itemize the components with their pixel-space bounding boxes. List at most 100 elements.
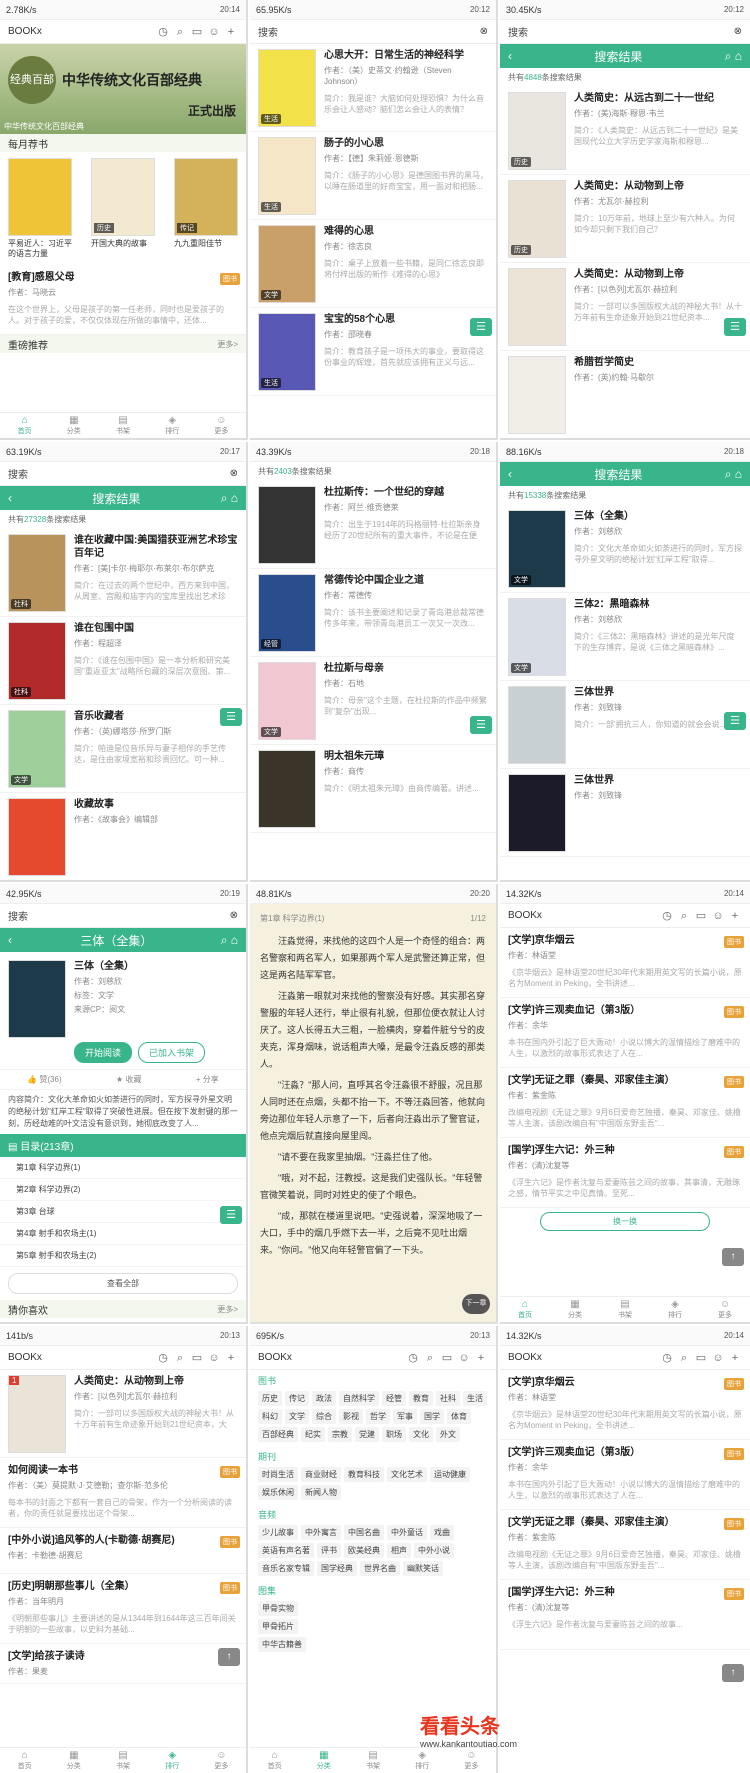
list-toggle-button[interactable]: ☰ (724, 318, 746, 336)
search-icon[interactable]: ⌕ ⌂ (725, 49, 742, 64)
category-tag[interactable]: 百部经典 (258, 1427, 298, 1442)
category-tag[interactable]: 生活 (463, 1391, 487, 1406)
article-item[interactable]: 图书 [历史]明朝那些事儿（全集） 作者：当年明月 《明朝那些事儿》主要讲述的是从13… (0, 1574, 246, 1644)
category-tag[interactable]: 娱乐休闲 (258, 1485, 298, 1500)
book-item[interactable]: 文学 难得的心思 作者：徐志良 简介：桌子上放着一些书籍，是同仁徐志良即将付梓出版的新… (250, 220, 496, 308)
search-icon[interactable]: ⌕ ⌂ (221, 491, 238, 506)
category-tag[interactable]: 体育 (447, 1409, 471, 1424)
list-toggle-button[interactable]: ☰ (470, 318, 492, 336)
book-item[interactable]: 杜拉斯传：一个世纪的穿越 作者：阿兰·维贡德莱 简介：出生于1914年的玛格丽特·杜… (250, 481, 496, 569)
close-icon[interactable]: ⊗ (480, 26, 488, 37)
back-to-top-button[interactable]: ↑ (218, 1648, 240, 1666)
like-button[interactable]: 👍 赞(36) (27, 1074, 61, 1085)
book-item[interactable]: 社科 谁在收藏中国:美国猎获亚洲艺术珍宝百年记 作者：[美]卡尔·梅耶尔·布莱尔·布… (0, 529, 246, 617)
user-icon[interactable]: ☺ (207, 26, 221, 38)
collect-button[interactable]: ★ 收藏 (116, 1074, 141, 1085)
book-item[interactable]: 生活 肠子的小心思 作者：【德】朱莉娅·恩德斯 简介：《肠子的小心思》是德国图书界的黑… (250, 132, 496, 220)
history-icon[interactable]: ◷ (660, 909, 674, 922)
book-item[interactable]: 社科 谁在包围中国 作者：程超泽 简介：《谁在包围中国》是一本分析和研究美国"重返亚太… (0, 617, 246, 705)
category-tag[interactable]: 文化艺术 (387, 1467, 427, 1482)
nav-home[interactable]: ⌂ 首页 (0, 1748, 49, 1773)
add-icon[interactable]: + (224, 1352, 238, 1364)
book-icon[interactable]: ▭ (694, 1351, 708, 1364)
category-tag[interactable]: 戏曲 (430, 1525, 454, 1540)
reader-content[interactable]: 第1章 科学边界(1) 1/12 汪淼觉得，来找他的这四个人是一个奇怪的组合：两名… (250, 904, 496, 1322)
nav-home[interactable]: ⌂ 首页 (500, 1297, 550, 1322)
search-icon[interactable]: ⌕ (423, 1352, 437, 1365)
category-tag[interactable]: 时尚生活 (258, 1467, 298, 1482)
user-icon[interactable]: ☺ (711, 1352, 725, 1364)
article-item[interactable]: 图书 [教育]感恩父母 作者：马晓云 在这个世界上，父母是孩子的第一任老师，同时… (0, 265, 246, 335)
nav-more[interactable]: ☺ 更多 (197, 413, 246, 438)
category-tag[interactable]: 音乐名家专辑 (258, 1561, 314, 1576)
toc-item[interactable]: 第1章 科学边界(1) (0, 1157, 246, 1179)
nav-home[interactable]: ⌂ 首页 (0, 413, 49, 438)
book-item[interactable]: 1 人类简史：从动物到上帝 作者：[以色列]尤瓦尔·赫拉利 简介：一部可以多国版权大战… (0, 1370, 246, 1458)
article-item[interactable]: 图书 [文学]许三观卖血记（第3版） 作者：余华 本书在国内外引起了巨大轰动！小说以博… (500, 998, 750, 1068)
search-icon[interactable]: ⌕ (677, 910, 691, 923)
book-item[interactable]: 文学 音乐收藏者 作者：（英)娜塔莎·所罗门斯 简介：帕迪是位音乐异与妻子相伴的手艺传… (0, 705, 246, 793)
category-tag[interactable]: 哲学 (366, 1409, 390, 1424)
article-item[interactable]: 图书 [文学]京华烟云 作者：林语堂 《京华烟云》是林语堂20世纪30年代末期用英文写… (500, 928, 750, 998)
category-tag[interactable]: 商业财经 (301, 1467, 341, 1482)
article-item[interactable]: 图书[文学]给孩子读诗作者：果麦 (0, 1644, 246, 1684)
article-item[interactable]: 图书 [国学]浮生六记：外三种 作者：(清)沈复等 《浮生六记》是作者沈复与爱妻陈芸之… (500, 1580, 750, 1650)
book-item[interactable]: 经管 常德传论中国企业之道 作者：常德传 简介：该书主要阐述和记录了青岛港总裁常德传多… (250, 569, 496, 657)
article-item[interactable]: 图书 [文学]无证之罪（秦昊、邓家佳主演） 作者：紫金陈 改编电视剧《无证之罪》9月6… (500, 1510, 750, 1580)
category-tag[interactable]: 社科 (436, 1391, 460, 1406)
book-icon[interactable]: ▭ (694, 909, 708, 922)
share-button[interactable]: + 分享 (196, 1074, 219, 1085)
nav-category[interactable]: ▦ 分类 (49, 413, 98, 438)
category-tag[interactable]: 相声 (387, 1543, 411, 1558)
recommend-card[interactable]: 平易近人：习近平的语言力量 (8, 158, 72, 259)
add-icon[interactable]: + (728, 1352, 742, 1364)
category-tag[interactable]: 文化 (409, 1427, 433, 1442)
category-tag[interactable]: 国学 (420, 1409, 444, 1424)
user-icon[interactable]: ☺ (457, 1352, 471, 1364)
search-icon[interactable]: ⌕ (677, 1352, 691, 1365)
book-item[interactable]: 生活 心思大开：日常生活的神经科学 作者：（美）史蒂文·约翰逊（Steven Joh… (250, 44, 496, 132)
list-toggle-button[interactable]: ☰ (470, 716, 492, 734)
list-toggle-button[interactable]: ☰ (724, 712, 746, 730)
more-link[interactable]: 更多> (217, 1304, 238, 1315)
book-item[interactable]: 收藏故事 作者：《故事会》编辑部 (0, 793, 246, 880)
search-icon[interactable]: ⌕ (173, 1352, 187, 1365)
back-to-top-button[interactable]: ↑ (722, 1664, 744, 1682)
article-item[interactable]: 图书 [文学]无证之罪（秦昊、邓家佳主演） 作者：紫金陈 改编电视剧《无证之罪》9月6… (500, 1068, 750, 1138)
article-item[interactable]: 图书 如何阅读一本书 作者：（美）莫提默·J·艾德勒；查尔斯·范多伦 每本书的封面之下… (0, 1458, 246, 1528)
nav-shelf[interactable]: ▤ 书架 (98, 1748, 147, 1773)
book-item[interactable]: 生活 宝宝的58个心思 作者：邵晓春 简介：教育孩子是一项伟大的事业，要取得这份事业的… (250, 308, 496, 396)
history-icon[interactable]: ◷ (156, 25, 170, 38)
book-item[interactable]: 三体世界 作者：刘致锋 (500, 769, 750, 857)
category-tag[interactable]: 科幻 (258, 1409, 282, 1424)
search-bar[interactable]: 搜索 ⊗ (500, 20, 750, 44)
nav-category[interactable]: ▦ 分类 (550, 1297, 600, 1322)
category-tag[interactable]: 历史 (258, 1391, 282, 1406)
nav-category[interactable]: ▦ 分类 (299, 1748, 348, 1773)
recommend-card[interactable]: 历史 开国大典的故事 (91, 158, 155, 259)
toc-item[interactable]: 第5章 射手和农场主(2) (0, 1245, 246, 1267)
category-tag[interactable]: 中国名曲 (344, 1525, 384, 1540)
recommend-card[interactable]: 传记 九九重阳佳节 (174, 158, 238, 259)
nav-shelf[interactable]: ▤ 书架 (98, 413, 147, 438)
article-item[interactable]: 图书 [文学]许三观卖血记（第3版） 作者：余华 本书在国内外引起了巨大轰动！小说以博… (500, 1440, 750, 1510)
add-icon[interactable]: + (728, 910, 742, 922)
book-icon[interactable]: ▭ (190, 1351, 204, 1364)
nav-rank[interactable]: ◈ 排行 (148, 1748, 197, 1773)
nav-rank[interactable]: ◈ 排行 (398, 1748, 447, 1773)
nav-shelf[interactable]: ▤ 书架 (600, 1297, 650, 1322)
nav-more[interactable]: ☺ 更多 (197, 1748, 246, 1773)
category-tag[interactable]: 影视 (339, 1409, 363, 1424)
toc-item[interactable]: 第2章 科学边界(2) (0, 1179, 246, 1201)
search-icon[interactable]: ⌕ ⌂ (725, 467, 742, 482)
start-reading-button[interactable]: 开始阅读 (74, 1042, 133, 1063)
category-tag[interactable]: 党建 (355, 1427, 379, 1442)
add-icon[interactable]: + (474, 1352, 488, 1364)
category-tag[interactable]: 运动健康 (430, 1467, 470, 1482)
nav-home[interactable]: ⌂ 首页 (250, 1748, 299, 1773)
list-toggle-button[interactable]: ☰ (220, 708, 242, 726)
category-tag[interactable]: 中华古籍善 (258, 1637, 306, 1652)
hero-banner[interactable]: 经典百部 中华传统文化百部经典 正式出版 中华传统文化百部经典 (0, 44, 246, 134)
nav-more[interactable]: ☺ 更多 (447, 1748, 496, 1773)
nav-more[interactable]: ☺ 更多 (700, 1297, 750, 1322)
